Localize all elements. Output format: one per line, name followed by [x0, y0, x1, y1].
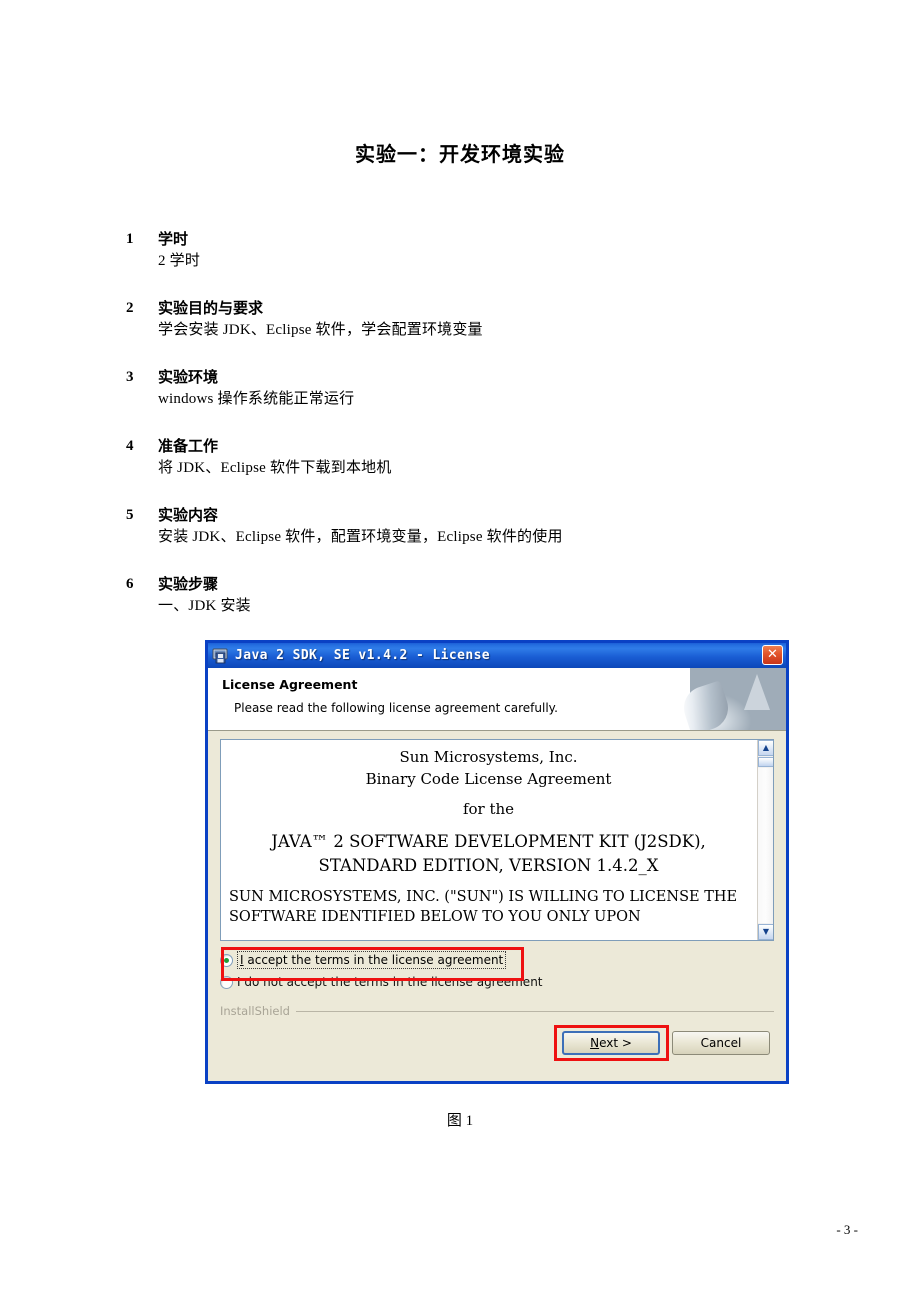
close-icon[interactable]: ✕: [762, 645, 783, 665]
license-line-4: JAVA™ 2 SOFTWARE DEVELOPMENT KIT (J2SDK)…: [271, 832, 706, 851]
radio-accept-label[interactable]: I accept the terms in the license agreem…: [237, 951, 507, 969]
dialog-header-subtitle: Please read the following license agreem…: [234, 701, 558, 715]
section-number: 5: [126, 507, 134, 523]
page-number: - 3 -: [836, 1222, 858, 1237]
accesskey-n: N: [590, 1036, 600, 1050]
dialog-body: Sun Microsystems, Inc. Binary Code Licen…: [208, 731, 786, 1061]
next-button-label-rest: ext >: [599, 1036, 632, 1050]
scroll-up-icon[interactable]: ▲: [758, 740, 773, 756]
license-line-3: for the: [462, 800, 515, 818]
header-banner-graphic: [690, 668, 786, 730]
next-button[interactable]: Next >: [562, 1031, 660, 1055]
section-item: 2 实验目的与要求 学会安装 JDK、Eclipse 软件，学会配置环境变量: [126, 297, 826, 342]
license-line-5: STANDARD EDITION, VERSION 1.4.2_X: [318, 856, 659, 875]
radio-accept[interactable]: I accept the terms in the license agreem…: [220, 950, 774, 970]
section-item: 4 准备工作 将 JDK、Eclipse 软件下载到本地机: [126, 435, 826, 480]
document-page: 实验一：开发环境实验 1 学时 2 学时 2 实验目的与要求 学会安装 JDK、…: [0, 0, 920, 1302]
section-number: 2: [126, 300, 134, 316]
installer-package-icon: [212, 647, 229, 664]
section-body: 将 JDK、Eclipse 软件下载到本地机: [158, 460, 392, 476]
installshield-footer: InstallShield: [220, 1004, 774, 1018]
license-choice-group: I accept the terms in the license agreem…: [220, 947, 774, 992]
dialog-header-title: License Agreement: [222, 677, 358, 692]
section-item: 3 实验环境 windows 操作系统能正常运行: [126, 366, 826, 411]
radio-decline-label-rest: o not accept the terms in the license ag…: [251, 975, 543, 989]
scrollbar-track[interactable]: [758, 768, 773, 923]
installshield-label: InstallShield: [220, 1004, 290, 1018]
cancel-button[interactable]: Cancel: [672, 1031, 770, 1055]
license-paragraph: SUN MICROSYSTEMS, INC. ("SUN") IS WILLIN…: [229, 889, 738, 925]
installer-dialog: Java 2 SDK, SE v1.4.2 - License ✕ Licens…: [205, 640, 789, 1084]
figure-caption: 图 1: [446, 1113, 474, 1129]
section-item: 6 实验步骤 一、JDK 安装: [126, 573, 826, 618]
radio-decline[interactable]: I do not accept the terms in the license…: [220, 972, 774, 992]
section-list: 1 学时 2 学时 2 实验目的与要求 学会安装 JDK、Eclipse 软件，…: [126, 228, 826, 637]
section-heading: 实验环境: [158, 368, 219, 386]
section-number: 3: [126, 369, 134, 385]
dialog-titlebar[interactable]: Java 2 SDK, SE v1.4.2 - License ✕: [208, 643, 786, 668]
section-heading: 实验目的与要求: [158, 299, 264, 317]
section-item: 5 实验内容 安装 JDK、Eclipse 软件，配置环境变量，Eclipse …: [126, 504, 826, 549]
section-heading: 学时: [158, 230, 189, 248]
section-body: 2 学时: [158, 253, 201, 269]
dialog-button-row: Next > Cancel: [220, 1025, 774, 1061]
radio-accept-label-rest: accept the terms in the license agreemen…: [243, 953, 504, 967]
section-number: 6: [126, 576, 134, 592]
section-item: 1 学时 2 学时: [126, 228, 826, 273]
section-number: 1: [126, 231, 134, 247]
section-body: 安装 JDK、Eclipse 软件，配置环境变量，Eclipse 软件的使用: [158, 529, 563, 545]
license-line-2: Binary Code License Agreement: [365, 770, 612, 788]
license-line-1: Sun Microsystems, Inc.: [399, 748, 578, 766]
license-text-box[interactable]: Sun Microsystems, Inc. Binary Code Licen…: [220, 739, 774, 941]
section-body: windows 操作系统能正常运行: [158, 391, 355, 407]
section-heading: 实验内容: [158, 506, 219, 524]
page-title: 实验一：开发环境实验: [355, 142, 565, 166]
dialog-header: License Agreement Please read the follow…: [208, 668, 786, 731]
radio-accept-indicator[interactable]: [220, 953, 233, 967]
section-number: 4: [126, 438, 134, 454]
section-heading: 准备工作: [158, 437, 219, 455]
dialog-title: Java 2 SDK, SE v1.4.2 - License: [235, 648, 491, 663]
footer-divider: [295, 1010, 774, 1012]
scrollbar-thumb[interactable]: [758, 757, 773, 767]
license-text-content: Sun Microsystems, Inc. Binary Code Licen…: [221, 740, 756, 940]
scroll-down-icon[interactable]: ▼: [758, 924, 773, 940]
section-body: 一、JDK 安装: [158, 598, 251, 614]
radio-decline-label-prefix: I d: [237, 975, 252, 989]
radio-decline-indicator[interactable]: [220, 975, 233, 989]
radio-decline-label[interactable]: I do not accept the terms in the license…: [237, 975, 543, 989]
license-scrollbar[interactable]: ▲ ▼: [757, 740, 773, 940]
section-body: 学会安装 JDK、Eclipse 软件，学会配置环境变量: [158, 322, 483, 338]
section-heading: 实验步骤: [158, 575, 219, 593]
